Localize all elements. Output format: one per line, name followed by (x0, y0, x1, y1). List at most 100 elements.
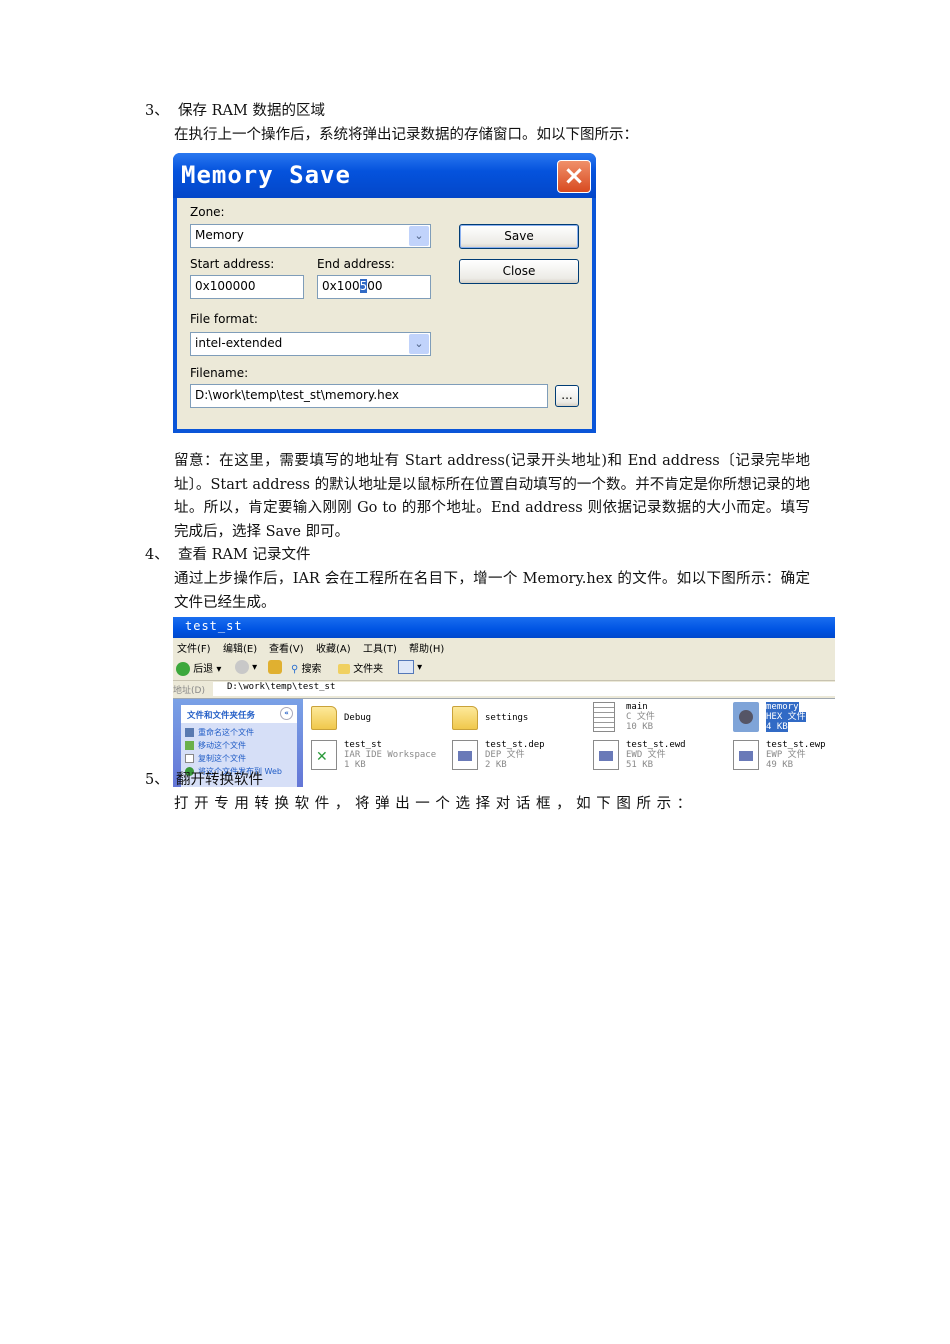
address-input[interactable]: D:\work\temp\test_st (213, 682, 835, 696)
search-icon: ⚲ (291, 664, 299, 675)
menu-view[interactable]: 查看(V) (269, 640, 304, 655)
back-arrow-icon (176, 662, 190, 676)
file-size: 51 KB (626, 760, 654, 770)
task-rename[interactable]: 重命名这个文件 (185, 727, 254, 738)
ewd-file-icon (593, 740, 619, 770)
file-size: 4 KB (766, 722, 788, 732)
chevron-down-icon[interactable]: ⌄ (409, 226, 429, 246)
dep-file-icon (452, 740, 478, 770)
folder-icon (338, 664, 350, 674)
c-file-icon (593, 702, 615, 732)
file-name: test_st (344, 740, 382, 750)
folders-label: 文件夹 (353, 664, 384, 675)
end-address-text-post: 00 (367, 279, 383, 293)
file-item-debug[interactable]: Debug (311, 704, 441, 740)
dialog-title: Memory Save (181, 161, 351, 189)
save-button[interactable]: Save (459, 224, 579, 249)
forward-arrow-icon (235, 660, 249, 674)
close-icon[interactable]: × (557, 160, 591, 193)
file-name: Debug (344, 713, 372, 723)
hex-file-icon (733, 702, 759, 732)
filename-input[interactable]: D:\work\temp\test_st\memory.hex (190, 384, 548, 408)
file-item-test-st-ewp[interactable]: test_st.ewp EWP 文件 49 KB (733, 740, 835, 776)
back-button[interactable]: 后退 ▾ (176, 660, 221, 676)
forward-button[interactable]: ▾ (235, 660, 257, 674)
dialog-titlebar: Memory Save × (173, 153, 596, 198)
file-format-value: intel-extended (195, 336, 283, 350)
file-item-test-st-dep[interactable]: test_st.dep DEP 文件 2 KB (452, 740, 582, 776)
file-name: settings (485, 713, 529, 723)
zone-value: Memory (195, 228, 244, 242)
task-label: 移动这个文件 (198, 741, 246, 750)
menu-tools[interactable]: 工具(T) (363, 640, 397, 655)
section-5-intro: 打 开 专 用 转 换 软 件 ， 将 弹 出 一 个 选 择 对 话 框 ， … (174, 796, 692, 812)
up-folder-button[interactable] (268, 660, 282, 674)
file-type: DEP 文件 (485, 750, 525, 760)
file-format-select[interactable]: intel-extended ⌄ (190, 332, 431, 356)
section-5-heading: 翻开转换软件 (176, 772, 263, 788)
file-item-test-st-ewd[interactable]: test_st.ewd EWD 文件 51 KB (593, 740, 723, 776)
views-button[interactable]: ▾ (398, 660, 422, 674)
menu-edit[interactable]: 编辑(E) (223, 640, 257, 655)
end-address-input[interactable]: 0x100500 (317, 275, 431, 299)
explorer-menubar: 文件(F) 编辑(E) 查看(V) 收藏(A) 工具(T) 帮助(H) (173, 638, 835, 657)
address-label: 地址(D) (173, 686, 205, 696)
menu-help[interactable]: 帮助(H) (409, 640, 444, 655)
explorer-titlebar: test_st (173, 617, 835, 638)
file-size: 49 KB (766, 760, 794, 770)
file-name: memory (766, 702, 799, 712)
file-type: EWP 文件 (766, 750, 806, 760)
section-4-number: 4、 (145, 547, 169, 563)
section-4-intro: 通过上步操作后，IAR 会在工程所在名目下，增一个 Memory.hex 的文件… (174, 571, 810, 611)
note-paragraph: 留意：在这里，需要填写的地址有 Start address(记录开头地址)和 E… (174, 453, 810, 540)
task-move[interactable]: 移动这个文件 (185, 740, 246, 751)
up-folder-icon (268, 660, 282, 674)
move-icon (185, 741, 194, 750)
file-type: HEX 文件 (766, 712, 806, 722)
search-button[interactable]: ⚲ 搜索 (291, 660, 322, 675)
tasks-header-label: 文件和文件夹任务 (187, 711, 256, 721)
back-label: 后退 (193, 664, 214, 675)
file-type: C 文件 (626, 712, 655, 722)
file-type: IAR IDE Workspace (344, 750, 437, 760)
close-button[interactable]: Close (459, 259, 579, 284)
workspace-icon: ✕ (311, 740, 337, 770)
copy-icon (185, 754, 194, 763)
tools-glyph: ✕ (316, 749, 328, 765)
ewp-file-icon (733, 740, 759, 770)
browse-button[interactable]: ... (555, 385, 579, 407)
tasks-header[interactable]: 文件和文件夹任务 « (181, 705, 297, 723)
rename-icon (185, 728, 194, 737)
menu-favorites[interactable]: 收藏(A) (316, 640, 351, 655)
collapse-icon[interactable]: « (280, 707, 293, 720)
section-3-number: 3、 (145, 103, 169, 119)
task-copy[interactable]: 复制这个文件 (185, 753, 246, 764)
file-item-memory-hex[interactable]: memory HEX 文件 4 KB (733, 702, 835, 738)
file-name: test_st.ewp (766, 740, 826, 750)
file-item-test-st-workspace[interactable]: ✕ test_st IAR IDE Workspace 1 KB (311, 740, 441, 776)
menu-file[interactable]: 文件(F) (177, 640, 211, 655)
window-glyph (458, 751, 472, 761)
hex-file-glyph (739, 710, 753, 724)
start-address-input[interactable]: 0x100000 (190, 275, 304, 299)
memory-save-dialog: Memory Save × Zone: Memory ⌄ Start addre… (173, 153, 596, 433)
section-3-intro: 在执行上一个操作后，系统将弹出记录数据的存储窗口。如以下图所示： (174, 127, 638, 143)
folders-button[interactable]: 文件夹 (338, 660, 383, 675)
window-glyph (599, 751, 613, 761)
end-address-text-pre: 0x100 (322, 279, 360, 293)
document-page: 3、 保存 RAM 数据的区域 在执行上一个操作后，系统将弹出记录数据的存储窗口… (0, 0, 950, 1344)
task-label: 复制这个文件 (198, 754, 246, 763)
file-item-main[interactable]: main C 文件 10 KB (593, 702, 723, 738)
end-address-label: End address: (317, 257, 395, 271)
search-label: 搜索 (301, 664, 322, 675)
chevron-down-icon[interactable]: ⌄ (409, 334, 429, 354)
file-item-settings[interactable]: settings (452, 704, 582, 740)
file-size: 2 KB (485, 760, 507, 770)
address-bar: 地址(D) D:\work\temp\test_st (173, 681, 835, 699)
folder-icon (452, 706, 478, 730)
task-label: 重命名这个文件 (198, 728, 254, 737)
window-glyph (739, 751, 753, 761)
file-name: main (626, 702, 648, 712)
file-name: test_st.dep (485, 740, 545, 750)
zone-select[interactable]: Memory ⌄ (190, 224, 431, 248)
